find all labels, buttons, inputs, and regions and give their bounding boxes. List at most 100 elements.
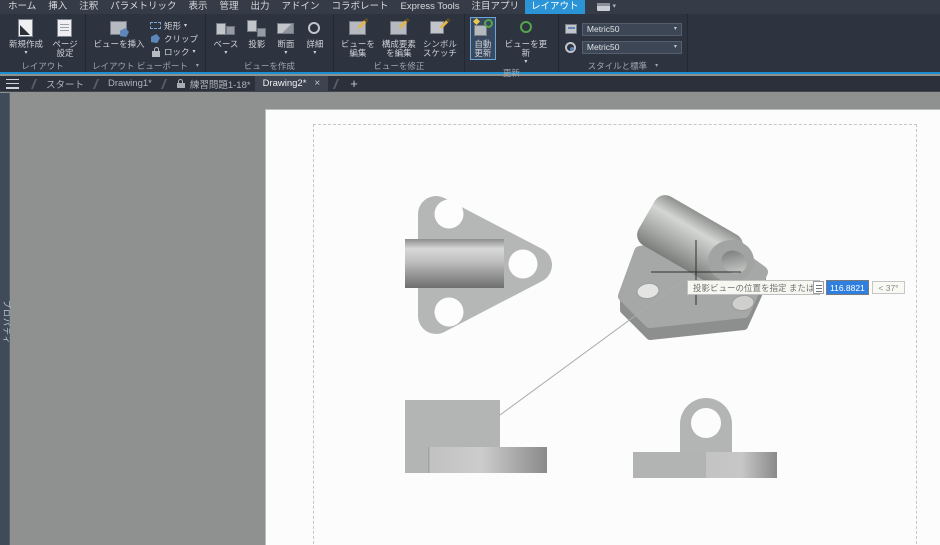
menu-tab-insert[interactable]: 挿入: [42, 0, 73, 14]
menu-tab-addins[interactable]: アドイン: [276, 0, 326, 14]
section-view-button[interactable]: 断面 ▾: [273, 17, 299, 58]
insert-view-button[interactable]: ビューを挿入: [91, 17, 147, 51]
update-view-icon: [515, 19, 537, 38]
menu-tab-layout[interactable]: レイアウト: [525, 0, 585, 14]
edit-view-label: ビューを編集: [340, 39, 375, 58]
page-setup-label: ページ設定: [52, 39, 78, 58]
panel-launcher-icon[interactable]: ▾: [196, 62, 199, 69]
hamburger-menu-icon[interactable]: [6, 78, 20, 89]
ribbon-group-modify-view: ビューを編集 構成要素を編集 シンボルスケッチ ビューを修正: [334, 14, 465, 72]
file-tab-drawing2[interactable]: Drawing2* ×: [254, 75, 329, 92]
projected-view-button[interactable]: 投影: [244, 17, 270, 51]
view-style-select[interactable]: Metric50 ▾: [581, 22, 682, 36]
file-tab-exercise[interactable]: 練習問題1-18*: [172, 76, 255, 92]
autocad-window: ホーム 挿入 注釈 パラメトリック 表示 管理 出力 アドイン コラボレート E…: [0, 0, 940, 545]
group-label-modify-view: ビューを修正: [373, 61, 425, 71]
detail-view-icon: [304, 19, 326, 38]
group-label-layout-viewports: レイアウト ビューポート ▾: [92, 60, 199, 71]
drawn-view-top[interactable]: [405, 400, 547, 473]
file-tab-drawing1[interactable]: Drawing1*: [104, 76, 156, 92]
annotation-style-icon: [564, 41, 578, 54]
clip-viewport-label: クリップ: [164, 33, 199, 44]
projected-view-icon: [246, 19, 268, 38]
rect-viewport-button[interactable]: 矩形 ▾: [150, 19, 198, 32]
drawn-view-isometric[interactable]: [618, 191, 768, 340]
auto-update-label: 自動更新: [474, 39, 492, 58]
clip-viewport-button[interactable]: クリップ: [150, 32, 198, 45]
symbol-sketch-button[interactable]: シンボルスケッチ: [421, 17, 459, 60]
ribbon-group-layout: 新規作成 ▾ ページ設定 レイアウト: [0, 14, 86, 72]
insert-view-label: ビューを挿入: [93, 39, 145, 49]
page-setup-button[interactable]: ページ設定: [50, 17, 80, 60]
group-label-update: 更新: [502, 68, 520, 78]
new-layout-button[interactable]: 新規作成 ▾: [5, 17, 47, 58]
menu-tab-express-tools[interactable]: Express Tools: [395, 0, 466, 14]
tab-separator: [30, 78, 38, 89]
section-view-icon: [275, 19, 297, 38]
new-drawing-button[interactable]: +: [344, 76, 364, 91]
menu-tab-view[interactable]: 表示: [182, 0, 213, 14]
page-setup-icon: [54, 19, 76, 38]
distance-input[interactable]: 116.8821: [826, 280, 869, 295]
update-view-label: ビューを更新: [504, 39, 548, 58]
new-layout-label: 新規作成: [8, 39, 43, 49]
dropdown-icon: ▾: [224, 50, 228, 56]
menu-tab-collaborate[interactable]: コラボレート: [326, 0, 395, 14]
chevron-down-icon: ▾: [673, 26, 677, 32]
edit-view-button[interactable]: ビューを編集: [339, 17, 377, 60]
ribbon-group-layout-viewports: ビューを挿入 矩形 ▾ クリップ ロック ▾ レイアウト ビューポート ▾: [86, 14, 206, 72]
menu-tab-featured-apps[interactable]: 注目アプリ: [466, 0, 526, 14]
panel-launcher-icon[interactable]: ▾: [655, 62, 658, 69]
angle-readout[interactable]: < 37°: [872, 281, 905, 294]
ribbon-group-create-view: ベース ▾ 投影 断面 ▾ 詳細 ▾ ビューを作成: [206, 14, 334, 72]
annotation-style-select[interactable]: Metric50 ▾: [581, 40, 682, 54]
command-prompt-tooltip: 投影ビューの位置を指定 または: [687, 280, 821, 295]
update-view-button[interactable]: ビューを更新 ▾: [499, 17, 553, 67]
tab-separator: [333, 78, 340, 89]
group-label-create-view: ビューを作成: [243, 60, 295, 71]
auto-update-button[interactable]: 自動更新: [469, 17, 496, 60]
base-view-button[interactable]: ベース ▾: [211, 17, 241, 58]
symbol-sketch-label: シンボルスケッチ: [422, 39, 457, 58]
group-label-layout: レイアウト: [21, 61, 64, 71]
properties-palette-label: プロパティ: [2, 300, 11, 345]
drawn-view-front[interactable]: [405, 196, 552, 334]
ribbon-display-toggle[interactable]: ▾: [596, 0, 616, 14]
file-tab-drawing2-label: Drawing2*: [262, 78, 307, 89]
lock-viewport-button[interactable]: ロック ▾: [150, 45, 198, 58]
menu-tab-annotate[interactable]: 注釈: [73, 0, 104, 14]
close-icon[interactable]: ×: [314, 78, 320, 89]
new-layout-icon: [15, 19, 37, 38]
properties-palette-tab[interactable]: プロパティ: [0, 93, 11, 545]
edit-view-icon: [347, 18, 369, 38]
tab-separator: [92, 78, 100, 89]
ribbon-group-update: 自動更新 ビューを更新 ▾ 更新: [465, 14, 559, 78]
menu-tab-output[interactable]: 出力: [245, 0, 276, 14]
file-tab-start[interactable]: スタート: [42, 76, 88, 92]
group-label-styles: スタイルと標準 ▾: [587, 60, 659, 71]
file-tab-exercise-label: 練習問題1-18*: [189, 79, 251, 91]
dynamic-input-options-icon[interactable]: [813, 281, 824, 294]
ribbon-tab-bar: ホーム 挿入 注釈 パラメトリック 表示 管理 出力 アドイン コラボレート E…: [0, 0, 940, 14]
detail-view-button[interactable]: 詳細 ▾: [302, 17, 328, 58]
dropdown-icon: ▾: [184, 23, 188, 29]
menu-tab-parametric[interactable]: パラメトリック: [104, 0, 182, 14]
drawn-view-side[interactable]: [633, 398, 777, 478]
auto-update-icon: [472, 17, 494, 38]
menu-tab-home[interactable]: ホーム: [2, 0, 42, 14]
edit-component-button[interactable]: 構成要素を編集: [380, 17, 418, 60]
section-view-label: 断面: [277, 39, 295, 49]
view-style-icon: [564, 23, 578, 36]
menu-tab-manage[interactable]: 管理: [213, 0, 244, 14]
ribbon: 新規作成 ▾ ページ設定 レイアウト ビューを挿入 矩形 ▾ クリップ ロック …: [0, 14, 940, 78]
dropdown-icon: ▾: [284, 50, 288, 56]
view-style-value: Metric50: [586, 24, 620, 34]
dropdown-icon: ▾: [313, 50, 317, 56]
base-view-label: ベース: [213, 39, 239, 49]
dropdown-icon: ▾: [24, 50, 28, 56]
annotation-style-value: Metric50: [586, 42, 620, 52]
base-view-icon: [215, 19, 237, 38]
symbol-sketch-icon: [429, 18, 451, 38]
projected-view-label: 投影: [248, 39, 266, 49]
lock-icon: [176, 78, 186, 89]
